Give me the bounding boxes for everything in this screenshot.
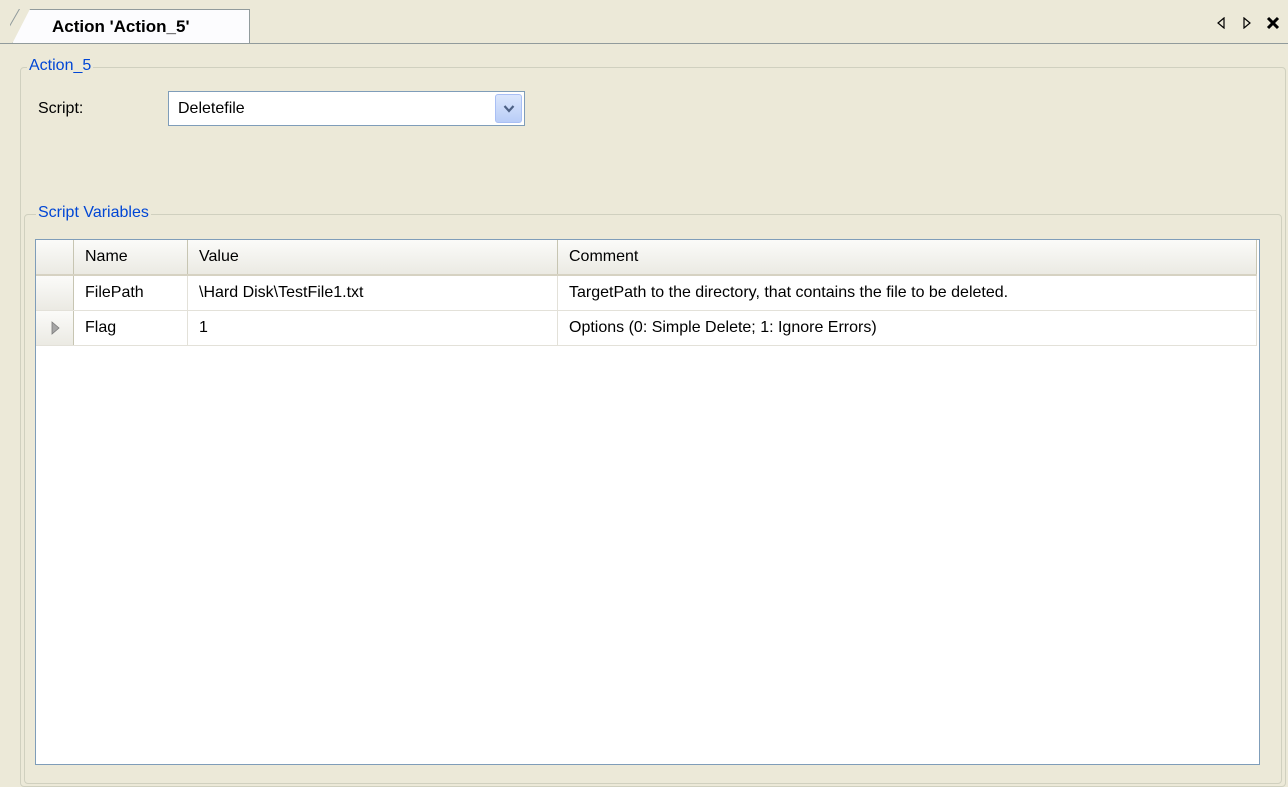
action-group-legend: Action_5 <box>27 57 94 75</box>
row-header[interactable] <box>36 276 74 310</box>
script-select[interactable]: Deletefile <box>168 91 525 126</box>
grid-corner-header <box>36 240 74 274</box>
triangle-right-icon[interactable] <box>1240 14 1254 32</box>
cell-value[interactable]: 1 <box>188 311 558 345</box>
current-row-arrow-icon <box>51 321 60 335</box>
cell-name[interactable]: FilePath <box>74 276 188 310</box>
tab-edge <box>10 9 32 44</box>
triangle-left-icon[interactable] <box>1214 14 1228 32</box>
script-select-value: Deletefile <box>178 100 245 117</box>
tab-label[interactable]: Action 'Action_5' <box>52 17 190 37</box>
cell-value[interactable]: \Hard Disk\TestFile1.txt <box>188 276 558 310</box>
cell-comment[interactable]: Options (0: Simple Delete; 1: Ignore Err… <box>558 311 1257 345</box>
column-header-name[interactable]: Name <box>74 240 188 274</box>
document-tabstrip: Action 'Action_5' <box>0 0 1288 44</box>
table-row[interactable]: Flag 1 Options (0: Simple Delete; 1: Ign… <box>36 311 1257 346</box>
chevron-down-icon[interactable] <box>495 94 522 123</box>
column-header-value[interactable]: Value <box>188 240 558 274</box>
action-panel: Action_5 Script: Deletefile Script Varia… <box>0 44 1288 787</box>
tab-controls <box>1214 14 1280 32</box>
close-icon[interactable] <box>1266 14 1280 32</box>
table-row[interactable]: FilePath \Hard Disk\TestFile1.txt Target… <box>36 276 1257 311</box>
grid-header: Name Value Comment <box>36 240 1257 276</box>
row-header-current[interactable] <box>36 311 74 345</box>
script-label: Script: <box>38 100 84 117</box>
script-variables-legend: Script Variables <box>36 204 151 222</box>
column-header-comment[interactable]: Comment <box>558 240 1257 274</box>
cell-name[interactable]: Flag <box>74 311 188 345</box>
cell-comment[interactable]: TargetPath to the directory, that contai… <box>558 276 1257 310</box>
script-variables-grid[interactable]: Name Value Comment FilePath \Hard Disk\T… <box>35 239 1260 765</box>
